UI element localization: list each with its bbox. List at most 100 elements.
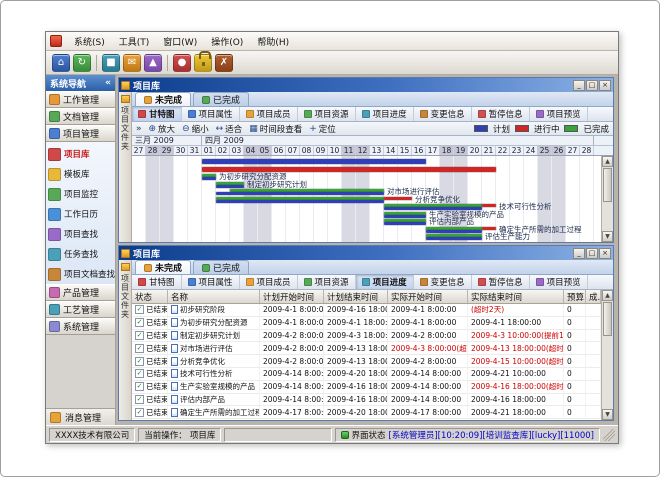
table-vertical-scrollbar[interactable]: ▲ ▼ bbox=[601, 290, 613, 420]
table-row[interactable]: ✓已结束初步研究阶段2009-4-1 8:00:002009-4-16 18:0… bbox=[132, 304, 601, 317]
sidebar-group-process[interactable]: 工艺管理 bbox=[46, 301, 115, 318]
column-header-0[interactable]: 状态 bbox=[132, 290, 168, 303]
column-header-1[interactable]: 名称 bbox=[168, 290, 260, 303]
sidebar-group-project[interactable]: 项目管理 bbox=[46, 125, 115, 142]
tab-project-members[interactable]: 项目成员 bbox=[240, 107, 298, 121]
column-header-2[interactable]: 计划开始时间 bbox=[260, 290, 324, 303]
tab-project-members[interactable]: 项目成员 bbox=[240, 275, 298, 289]
tab-finished[interactable]: 已完成 bbox=[193, 92, 249, 106]
gantt-vertical-scrollbar[interactable]: ▲ ▼ bbox=[601, 156, 613, 242]
menu-operation[interactable]: 操作(O) bbox=[204, 33, 250, 50]
fit-button[interactable]: ↔适合 bbox=[216, 123, 243, 135]
report-icon[interactable]: ● bbox=[173, 54, 191, 72]
gantt-bar-progress[interactable] bbox=[202, 167, 496, 172]
tab-project-progress[interactable]: 项目进度 bbox=[356, 107, 414, 121]
sidebar-item-task-search[interactable]: 任务查找 bbox=[46, 244, 115, 264]
sidebar-item-template-library[interactable]: 模板库 bbox=[46, 164, 115, 184]
gantt-bar-progress[interactable] bbox=[482, 227, 496, 230]
table-row[interactable]: ✓已结束分析竞争优化2009-4-2 8:00:002009-4-13 18:0… bbox=[132, 355, 601, 368]
sidebar-item-project-search[interactable]: 项目查找 bbox=[46, 224, 115, 244]
tab-project-preview[interactable]: 项目预览 bbox=[530, 107, 588, 121]
tab-change-info[interactable]: 变更信息 bbox=[414, 275, 472, 289]
gantt-bar-progress[interactable] bbox=[482, 204, 496, 207]
resize-grip[interactable] bbox=[603, 429, 615, 441]
sidebar-collapse-icon[interactable]: « bbox=[105, 78, 111, 88]
gantt-bar-plan[interactable] bbox=[426, 237, 482, 240]
tab-project-attributes[interactable]: 项目属性 bbox=[182, 275, 240, 289]
table-row[interactable]: ✓已结束技术可行性分析2009-4-14 8:00:002009-4-20 18… bbox=[132, 368, 601, 381]
close-button[interactable]: × bbox=[599, 80, 611, 91]
minimize-button[interactable]: _ bbox=[573, 80, 585, 91]
sidebar-group-work[interactable]: 工作管理 bbox=[46, 91, 115, 108]
close-button[interactable]: × bbox=[599, 248, 611, 259]
tab-finished[interactable]: 已完成 bbox=[193, 260, 249, 274]
tab-unfinished[interactable]: 未完成 bbox=[135, 260, 191, 274]
sidebar-item-project-monitor[interactable]: 项目监控 bbox=[46, 184, 115, 204]
toolbar-overflow-icon[interactable]: » bbox=[136, 124, 142, 134]
scroll-down-arrow[interactable]: ▼ bbox=[602, 231, 613, 242]
column-header-3[interactable]: 计划结束时间 bbox=[324, 290, 388, 303]
column-header-4[interactable]: 实际开始时间 bbox=[388, 290, 468, 303]
table-window-titlebar[interactable]: 项目库 _ □ × bbox=[119, 246, 613, 260]
gantt-bar-plan[interactable] bbox=[202, 159, 426, 164]
ui-state-panel[interactable]: 界面状态 [系统管理员][10:20:09][培训监查库][lucky][110… bbox=[335, 428, 600, 442]
table-row[interactable]: ✓已结束评估内部产品2009-4-14 8:00:002009-4-16 18:… bbox=[132, 394, 601, 407]
maximize-button[interactable]: □ bbox=[586, 80, 598, 91]
sidebar-group-document[interactable]: 文档管理 bbox=[46, 108, 115, 125]
minimize-button[interactable]: _ bbox=[573, 248, 585, 259]
sidebar-item-project-library[interactable]: 项目库 bbox=[46, 144, 115, 164]
gantt-window-titlebar[interactable]: 项目库 _ □ × bbox=[119, 78, 613, 92]
project-folder-side-tab[interactable]: 项目文件夹 bbox=[119, 92, 132, 242]
table-row[interactable]: ✓已结束为初步研究分配资源2009-4-1 8:00:002009-4-1 18… bbox=[132, 317, 601, 330]
lock-icon[interactable] bbox=[194, 54, 212, 72]
scroll-track[interactable] bbox=[602, 301, 613, 409]
scroll-thumb[interactable] bbox=[603, 168, 612, 202]
tab-project-resources[interactable]: 项目资源 bbox=[298, 275, 356, 289]
tab-project-attributes[interactable]: 项目属性 bbox=[182, 107, 240, 121]
tab-change-info[interactable]: 变更信息 bbox=[414, 107, 472, 121]
home-icon[interactable]: ⌂ bbox=[52, 54, 70, 72]
column-header-5[interactable]: 实际结束时间 bbox=[468, 290, 564, 303]
scroll-up-arrow[interactable]: ▲ bbox=[602, 156, 613, 167]
locate-button[interactable]: +定位 bbox=[309, 123, 336, 135]
tab-gantt[interactable]: 甘特图 bbox=[132, 275, 182, 289]
zoom-out-button[interactable]: ⊖缩小 bbox=[182, 123, 209, 135]
sidebar-group-product[interactable]: 产品管理 bbox=[46, 284, 115, 301]
menu-system[interactable]: 系统(S) bbox=[67, 33, 112, 50]
menu-window[interactable]: 窗口(W) bbox=[156, 33, 204, 50]
tab-project-progress[interactable]: 项目进度 bbox=[356, 275, 414, 289]
tab-project-resources[interactable]: 项目资源 bbox=[298, 107, 356, 121]
scroll-track[interactable] bbox=[602, 167, 613, 231]
table-row[interactable]: ✓已结束制定初步研究计划2009-4-2 8:00:002009-4-3 18:… bbox=[132, 330, 601, 343]
menu-help[interactable]: 帮助(H) bbox=[250, 33, 296, 50]
mail-icon[interactable]: ✉ bbox=[123, 54, 141, 72]
sidebar-item-project-doc-search[interactable]: 项目文档查找 bbox=[46, 264, 115, 284]
sidebar-group-system[interactable]: 系统管理 bbox=[46, 318, 115, 335]
sidebar-tab-message[interactable]: 消息管理 bbox=[46, 408, 115, 425]
table-row[interactable]: ✓已结束确定生产所需的加工过程2009-4-17 8:00:002009-4-2… bbox=[132, 406, 601, 419]
column-header-6[interactable]: 预算 bbox=[564, 290, 586, 303]
column-header-7[interactable]: 成... bbox=[586, 290, 601, 303]
scroll-up-arrow[interactable]: ▲ bbox=[602, 290, 613, 301]
scroll-down-arrow[interactable]: ▼ bbox=[602, 409, 613, 420]
exit-icon[interactable]: ✗ bbox=[215, 54, 233, 72]
gantt-bar-progress[interactable] bbox=[384, 197, 412, 200]
table-row[interactable]: ✓已结束生产实验室规模的产品2009-4-14 8:00:002009-4-16… bbox=[132, 381, 601, 394]
task-name: 初步研究阶段 bbox=[180, 304, 225, 315]
time-range-button[interactable]: ▦时间段查看 bbox=[249, 123, 302, 135]
tab-pause-info[interactable]: 暂停信息 bbox=[472, 107, 530, 121]
tab-unfinished[interactable]: 未完成 bbox=[135, 92, 191, 106]
scroll-thumb[interactable] bbox=[603, 302, 612, 336]
chart-icon[interactable]: ▲ bbox=[144, 54, 162, 72]
maximize-button[interactable]: □ bbox=[586, 248, 598, 259]
tab-gantt[interactable]: 甘特图 bbox=[132, 107, 182, 121]
sidebar-item-work-calendar[interactable]: 工作日历 bbox=[46, 204, 115, 224]
tab-project-preview[interactable]: 项目预览 bbox=[530, 275, 588, 289]
tab-pause-info[interactable]: 暂停信息 bbox=[472, 275, 530, 289]
project-folder-side-tab[interactable]: 项目文件夹 bbox=[119, 260, 132, 420]
window-icon[interactable]: ■ bbox=[102, 54, 120, 72]
menu-tools[interactable]: 工具(T) bbox=[112, 33, 157, 50]
zoom-in-button[interactable]: ⊕放大 bbox=[149, 123, 176, 135]
table-row[interactable]: ✓已结束对市场进行评估2009-4-2 8:00:002009-4-13 18:… bbox=[132, 342, 601, 355]
refresh-icon[interactable]: ↻ bbox=[73, 54, 91, 72]
